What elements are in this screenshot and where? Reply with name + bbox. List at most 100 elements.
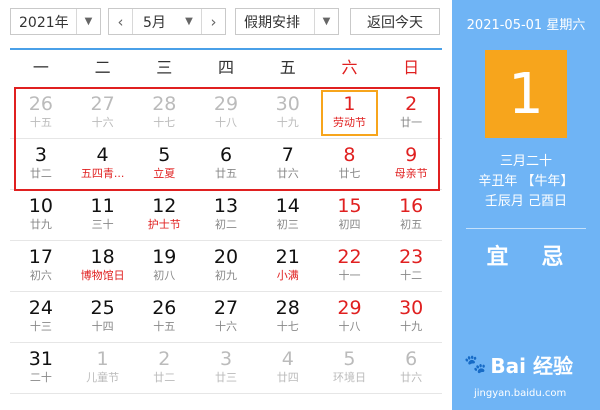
week-row: 3 廿二 4 五四青... 5 立夏 6 廿五 7 廿六 8 廿七 9 母亲节 [10, 139, 442, 190]
day-cell[interactable]: 6 廿六 [380, 343, 442, 393]
lunar-or-festival: 护士节 [147, 218, 181, 231]
day-number: 26 [152, 297, 177, 319]
chevron-right-icon[interactable]: › [201, 9, 225, 34]
month-select[interactable]: ‹ 5月 ▼ › [108, 8, 226, 35]
lunar-or-festival: 初五 [400, 218, 423, 231]
dropdown-arrow-icon[interactable]: ▼ [314, 9, 338, 34]
day-cell[interactable]: 22 十一 [319, 241, 381, 291]
day-cell[interactable]: 7 廿六 [257, 139, 319, 189]
year-select[interactable]: 2021年 ▼ [10, 8, 101, 35]
week-row: 26 十五 27 十六 28 十七 29 十八 30 十九 1 劳动节 2 廿一 [10, 88, 442, 139]
day-cell[interactable]: 1 劳动节 [319, 88, 381, 138]
day-cell[interactable]: 15 初四 [319, 190, 381, 240]
day-cell[interactable]: 17 初六 [10, 241, 72, 291]
day-cell[interactable]: 12 护士节 [133, 190, 195, 240]
day-number: 27 [90, 93, 115, 115]
day-number: 11 [90, 195, 115, 217]
day-cell[interactable]: 26 十五 [133, 292, 195, 342]
day-cell[interactable]: 28 十七 [133, 88, 195, 138]
day-cell[interactable]: 18 博物馆日 [72, 241, 134, 291]
weekday-label: 二 [94, 58, 111, 77]
holiday-select[interactable]: 假期安排 ▼ [235, 8, 339, 35]
day-number: 20 [213, 246, 239, 268]
day-cell[interactable]: 29 十八 [195, 88, 257, 138]
day-number: 23 [399, 246, 424, 268]
day-number: 19 [152, 246, 177, 268]
day-cell[interactable]: 27 十六 [195, 292, 257, 342]
day-number: 3 [34, 144, 47, 166]
day-cell[interactable]: 20 初九 [195, 241, 257, 291]
ji-label[interactable]: 忌 [541, 239, 565, 271]
lunar-or-festival: 十三 [29, 320, 52, 333]
day-cell[interactable]: 2 廿二 [133, 343, 195, 393]
ganzhi-month-day: 壬辰月 己酉日 [484, 194, 568, 209]
lunar-or-festival: 环境日 [332, 371, 366, 384]
day-number: 9 [405, 144, 418, 166]
day-cell[interactable]: 19 初八 [133, 241, 195, 291]
dropdown-arrow-icon[interactable]: ▼ [76, 9, 100, 34]
yi-label[interactable]: 宜 [486, 239, 510, 271]
day-number: 25 [90, 297, 115, 319]
lunar-or-festival: 廿九 [29, 218, 52, 231]
calendar-grid: 26 十五 27 十六 28 十七 29 十八 30 十九 1 劳动节 2 廿一 3 廿二 4 五四青... 5 立夏… [10, 88, 442, 394]
day-cell[interactable]: 6 廿五 [195, 139, 257, 189]
back-to-today-button[interactable]: 返回今天 [350, 8, 440, 35]
day-cell[interactable]: 1 儿童节 [72, 343, 134, 393]
day-cell[interactable]: 10 廿九 [10, 190, 72, 240]
day-cell[interactable]: 14 初三 [257, 190, 319, 240]
day-number: 18 [90, 246, 115, 268]
day-number: 4 [281, 348, 294, 370]
day-cell[interactable]: 5 立夏 [133, 139, 195, 189]
year-select-value: 2021年 [19, 14, 69, 31]
day-detail-panel: 2021-05-01 星期六 1 三月二十 辛丑年 【牛年】 壬辰月 己酉日 宜… [452, 0, 600, 410]
lunar-or-festival: 儿童节 [86, 371, 120, 384]
lunar-or-festival: 十八 [215, 116, 238, 129]
paw-icon: 🐾 [464, 354, 487, 375]
day-number: 1 [96, 348, 109, 370]
day-number: 22 [337, 246, 362, 268]
day-cell[interactable]: 9 母亲节 [380, 139, 442, 189]
day-cell[interactable]: 11 三十 [72, 190, 134, 240]
day-cell[interactable]: 4 五四青... [72, 139, 134, 189]
day-cell[interactable]: 4 廿四 [257, 343, 319, 393]
day-cell[interactable]: 23 十二 [380, 241, 442, 291]
day-cell[interactable]: 30 十九 [380, 292, 442, 342]
lunar-or-festival: 初九 [215, 269, 238, 282]
day-number: 10 [28, 195, 53, 217]
day-number: 13 [213, 195, 239, 217]
lunar-or-festival: 廿六 [400, 371, 423, 384]
day-cell[interactable]: 3 廿三 [195, 343, 257, 393]
day-cell[interactable]: 31 二十 [10, 343, 72, 393]
day-cell[interactable]: 24 十三 [10, 292, 72, 342]
day-cell[interactable]: 27 十六 [72, 88, 134, 138]
lunar-or-festival: 廿六 [276, 167, 299, 180]
lunar-or-festival: 十五 [29, 116, 52, 129]
day-cell[interactable]: 21 小满 [257, 241, 319, 291]
lunar-or-festival: 初六 [29, 269, 52, 282]
lunar-or-festival: 廿一 [400, 116, 423, 129]
lunar-or-festival: 初三 [276, 218, 299, 231]
day-cell[interactable]: 13 初二 [195, 190, 257, 240]
day-number: 21 [275, 246, 300, 268]
lunar-or-festival: 小满 [276, 269, 299, 282]
holiday-select-value: 假期安排 [244, 14, 300, 31]
day-cell[interactable]: 5 环境日 [319, 343, 381, 393]
day-cell[interactable]: 16 初五 [380, 190, 442, 240]
day-cell[interactable]: 28 十七 [257, 292, 319, 342]
day-cell[interactable]: 30 十九 [257, 88, 319, 138]
day-number: 24 [28, 297, 53, 319]
lunar-or-festival: 十七 [276, 320, 299, 333]
dropdown-arrow-icon[interactable]: ▼ [177, 9, 201, 34]
day-cell[interactable]: 3 廿二 [10, 139, 72, 189]
day-cell[interactable]: 8 廿七 [319, 139, 381, 189]
day-number: 15 [337, 195, 362, 217]
day-cell[interactable]: 25 十四 [72, 292, 134, 342]
ganzhi-year: 辛丑年 【牛年】 [478, 174, 574, 189]
day-cell[interactable]: 29 十八 [319, 292, 381, 342]
day-cell[interactable]: 26 十五 [10, 88, 72, 138]
day-cell[interactable]: 2 廿一 [380, 88, 442, 138]
chevron-left-icon[interactable]: ‹ [109, 9, 133, 34]
week-row: 17 初六 18 博物馆日 19 初八 20 初九 21 小满 22 十一 23 十二 [10, 241, 442, 292]
lunar-or-festival: 十九 [400, 320, 423, 333]
yi-ji: 宜 忌 [471, 239, 581, 271]
